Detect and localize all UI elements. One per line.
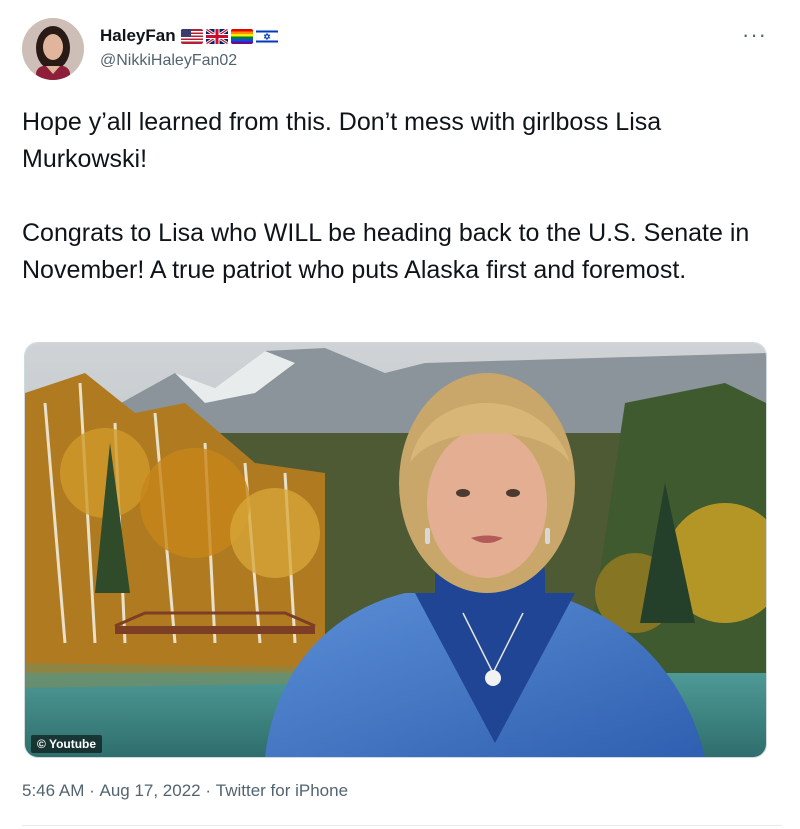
tweet-paragraph: Hope y’all learned from this. Don’t mess… <box>22 108 662 173</box>
tweet-time[interactable]: 5:46 AM <box>22 781 84 801</box>
tweet: HaleyFan @NikkiHaleyFan02 ··· Hope y’all… <box>0 0 800 829</box>
us-flag-icon <box>180 28 203 44</box>
flag-emojis <box>180 28 278 44</box>
avatar-image <box>22 18 84 80</box>
media-photo <box>25 343 766 757</box>
israel-flag-icon <box>255 28 278 44</box>
uk-flag-icon <box>205 28 228 44</box>
rainbow-flag-icon <box>230 28 253 44</box>
avatar[interactable] <box>22 18 84 80</box>
meta-separator: · <box>200 781 216 800</box>
meta-separator: · <box>84 781 100 800</box>
tweet-paragraph: Congrats to Lisa who WILL be heading bac… <box>22 219 750 284</box>
tweet-media-image[interactable]: © Youtube <box>24 342 767 758</box>
name-row: HaleyFan <box>100 26 278 46</box>
tweet-text: Hope y’all learned from this. Don’t mess… <box>22 104 782 289</box>
tweet-date[interactable]: Aug 17, 2022 <box>99 781 200 801</box>
tweet-metadata: 5:46 AM · Aug 17, 2022 · Twitter for iPh… <box>22 781 348 801</box>
tweet-source[interactable]: Twitter for iPhone <box>216 781 348 801</box>
more-options-icon[interactable]: ··· <box>742 22 767 48</box>
youtube-watermark: © Youtube <box>31 735 103 753</box>
user-handle[interactable]: @NikkiHaleyFan02 <box>100 52 237 70</box>
divider <box>22 825 782 826</box>
display-name[interactable]: HaleyFan <box>100 26 176 46</box>
